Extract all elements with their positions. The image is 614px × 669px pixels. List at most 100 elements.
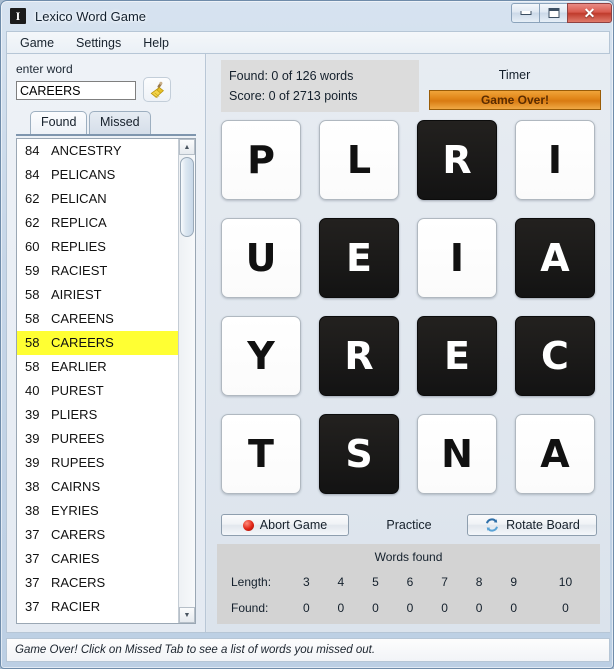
practice-label: Practice xyxy=(386,518,432,532)
stats-found-cell: 0 xyxy=(302,601,310,615)
word-score: 58 xyxy=(25,335,40,350)
maximize-icon xyxy=(548,7,559,18)
letter-tile[interactable]: R xyxy=(417,120,497,200)
menu-item-settings[interactable]: Settings xyxy=(67,33,130,53)
tab-found[interactable]: Found xyxy=(30,111,88,134)
timer-label: Timer xyxy=(498,68,531,82)
word-list-item[interactable]: 37 RACERS xyxy=(17,571,179,595)
letter-tile[interactable]: U xyxy=(221,218,301,298)
rotate-board-button[interactable]: Rotate Board xyxy=(467,514,597,536)
word-list-item[interactable]: 59 RACIEST xyxy=(17,259,179,283)
game-info-box: Found: 0 of 126 words Score: 0 of 2713 p… xyxy=(221,60,419,112)
abort-game-button[interactable]: Abort Game xyxy=(221,514,349,536)
stats-found-cell: 0 xyxy=(510,601,517,615)
menu-item-game[interactable]: Game xyxy=(11,33,63,53)
word-score: 37 xyxy=(25,575,40,590)
minimize-button[interactable] xyxy=(511,2,540,23)
word-score: 84 xyxy=(25,167,40,182)
tab-underline xyxy=(16,134,196,136)
rotate-board-label: Rotate Board xyxy=(506,518,580,532)
word-list-item[interactable]: 60 REPLIES xyxy=(17,235,179,259)
word-score: 58 xyxy=(25,311,40,326)
word-score: 40 xyxy=(25,383,40,398)
word-list-item[interactable]: 37 RACIER xyxy=(17,595,179,619)
word-text: CARERS xyxy=(51,527,106,542)
word-input[interactable] xyxy=(16,81,136,100)
stats-length-cell: 7 xyxy=(441,575,448,589)
word-list-item[interactable]: 39 RUPEES xyxy=(17,451,179,475)
broom-icon xyxy=(150,81,164,98)
word-list-item[interactable]: 38 CAIRNS xyxy=(17,475,179,499)
scroll-down-button[interactable]: ▼ xyxy=(179,607,195,623)
stats-found-cell: 0 xyxy=(475,601,483,615)
letter-tile[interactable]: C xyxy=(515,316,595,396)
scroll-up-button[interactable]: ▲ xyxy=(179,139,195,155)
scrollbar-thumb[interactable] xyxy=(180,157,194,237)
letter-tile[interactable]: A xyxy=(515,414,595,494)
letter-tile[interactable]: A xyxy=(515,218,595,298)
word-list-item[interactable]: 84 PELICANS xyxy=(17,163,179,187)
word-list-item[interactable]: 37 CARERS xyxy=(17,523,179,547)
letter-tile[interactable]: R xyxy=(319,316,399,396)
word-text: REPLICA xyxy=(51,215,107,230)
timer-status-badge: Game Over! xyxy=(429,90,601,110)
word-score: 62 xyxy=(25,215,40,230)
word-score: 37 xyxy=(25,599,40,614)
letter-tile[interactable]: N xyxy=(417,414,497,494)
word-list[interactable]: 84 ANCESTRY 84 PELICANS 62 PELICAN 62 REPLICA 60… xyxy=(17,139,179,623)
menu-item-help[interactable]: Help xyxy=(134,33,178,53)
found-count-label: Found: 0 of 126 words xyxy=(229,69,354,83)
word-text: PELICAN xyxy=(51,191,107,206)
word-list-item[interactable]: 37 CARIES xyxy=(17,547,179,571)
word-text: PLIERS xyxy=(51,407,98,422)
title-bar: I Lexico Word Game ✕ xyxy=(1,1,613,31)
stats-length-cell: 5 xyxy=(372,575,379,589)
stats-length-cell: 6 xyxy=(406,575,414,589)
letter-tile[interactable]: P xyxy=(221,120,301,200)
word-text: CAREERS xyxy=(51,335,114,350)
enter-word-label: enter word xyxy=(16,62,73,76)
word-list-item[interactable]: 38 EYRIES xyxy=(17,499,179,523)
letter-tile[interactable]: L xyxy=(319,120,399,200)
word-list-item[interactable]: 58 AIRIEST xyxy=(17,283,179,307)
abort-game-label: Abort Game xyxy=(259,518,328,532)
stats-found-cell: 0 xyxy=(562,601,569,615)
word-score: 38 xyxy=(25,503,40,518)
word-text: EARLIER xyxy=(51,359,107,374)
close-button[interactable]: ✕ xyxy=(567,2,612,23)
stats-length-cell: 9 xyxy=(510,575,517,589)
letter-tile[interactable]: I xyxy=(417,218,497,298)
word-list-scrollbar[interactable]: ▲ ▼ xyxy=(178,139,195,623)
word-text: ANCESTRY xyxy=(51,143,122,158)
maximize-button[interactable] xyxy=(539,2,568,23)
word-list-item[interactable]: 62 REPLICA xyxy=(17,211,179,235)
letter-tile[interactable]: I xyxy=(515,120,595,200)
letter-tile[interactable]: Y xyxy=(221,316,301,396)
word-score: 84 xyxy=(25,143,40,158)
word-list-item[interactable]: 62 PELICAN xyxy=(17,187,179,211)
letter-tile[interactable]: E xyxy=(417,316,497,396)
word-score: 58 xyxy=(25,359,40,374)
word-list-item[interactable]: 40 PUREST xyxy=(17,379,179,403)
tab-missed[interactable]: Missed xyxy=(89,111,151,134)
letter-tile[interactable]: E xyxy=(319,218,399,298)
word-list-item[interactable]: 39 PUREES xyxy=(17,427,179,451)
left-panel: enter word Found Missed 84 ANCESTRY 84 PELI… xyxy=(7,54,206,632)
stats-title: Words found xyxy=(374,550,443,564)
word-list-item[interactable]: 39 PLIERS xyxy=(17,403,179,427)
status-message: Game Over! Click on Missed Tab to see a … xyxy=(15,644,376,656)
word-list-item[interactable]: 58 CAREERS xyxy=(17,331,179,355)
refresh-icon xyxy=(486,518,499,532)
clear-word-button[interactable] xyxy=(143,77,171,102)
letter-tile[interactable]: S xyxy=(319,414,399,494)
word-list-item[interactable]: 58 CAREENS xyxy=(17,307,179,331)
word-list-item[interactable]: 58 EARLIER xyxy=(17,355,179,379)
letter-tile[interactable]: T xyxy=(221,414,301,494)
word-text: RACERS xyxy=(51,575,106,590)
word-text: PELICANS xyxy=(51,167,116,182)
words-found-stats: Words found Length: 3 4 5 6 7 8 9 10 Fou… xyxy=(217,544,600,624)
word-score: 39 xyxy=(25,431,40,446)
right-panel: Found: 0 of 126 words Score: 0 of 2713 p… xyxy=(207,54,610,632)
word-list-item[interactable]: 84 ANCESTRY xyxy=(17,139,179,163)
stats-row-found: Found: 0 0 0 0 0 0 0 0 xyxy=(217,595,600,621)
